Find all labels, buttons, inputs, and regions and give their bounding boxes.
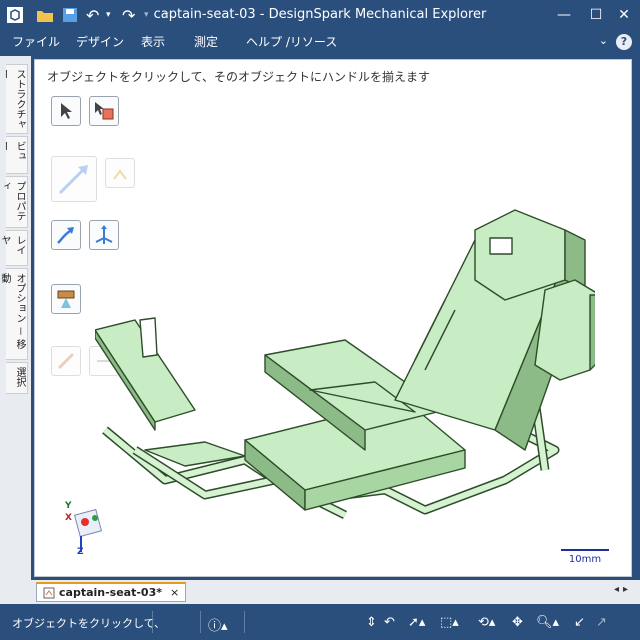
app-icon[interactable] — [6, 5, 24, 25]
canvas-hint: オブジェクトをクリックして、そのオブジェクトにハンドルを揃えます — [47, 70, 431, 84]
info-icon[interactable]: ⓘ▴ — [208, 615, 228, 634]
undo-select-icon[interactable]: ↶ — [384, 615, 395, 630]
previous-view-icon[interactable]: ↙ — [574, 615, 585, 630]
document-tab[interactable]: captain-seat-03* × — [36, 582, 187, 602]
undo-dropdown-icon[interactable]: ▾ — [106, 5, 111, 25]
tab-select[interactable]: 選択 — [6, 362, 28, 394]
tab-layer[interactable]: レイヤ — [0, 230, 28, 266]
menu-bar: ファイル デザイン 表示 測定 ヘルプ /リソース — [0, 30, 640, 54]
save-icon[interactable] — [62, 5, 78, 25]
ribbon-collapse-icon[interactable]: ⌄ — [599, 34, 608, 47]
select-tool-button[interactable] — [51, 96, 81, 126]
axis-y-label: Y — [65, 501, 72, 511]
select-component-button[interactable] — [89, 96, 119, 126]
scale-bar: 10mm — [561, 549, 609, 573]
menu-design[interactable]: デザイン — [76, 30, 124, 54]
tab-options-move[interactable]: オプション － 移動 — [0, 268, 28, 360]
document-tab-bar: captain-seat-03* × — [0, 580, 640, 604]
undo-icon[interactable]: ↶ — [86, 5, 99, 25]
redo-dropdown-icon[interactable]: ▾ — [144, 5, 149, 25]
tab-scroll-arrows[interactable]: ◂▸ — [614, 584, 632, 595]
pointer-box-icon — [95, 102, 114, 120]
scale-label: 10mm — [568, 554, 602, 565]
menu-help-resources[interactable]: ヘルプ /リソース — [246, 30, 337, 54]
pan-icon[interactable]: ✥ — [512, 615, 523, 630]
side-panel-tabs: ストラクチャー ビュー プロパティ レイヤ オプション － 移動 選択 — [0, 56, 31, 580]
axis-z-label: Z — [77, 547, 84, 557]
help-button[interactable]: ? — [616, 34, 632, 50]
tab-structure[interactable]: ストラクチャー — [0, 64, 28, 134]
ruler-dimension-button[interactable] — [51, 346, 81, 376]
status-text: オブジェクトをクリックして、 — [12, 617, 166, 630]
document-tab-label: captain-seat-03* — [59, 586, 162, 599]
nav-up-down-icon[interactable]: ⇕ — [366, 615, 377, 630]
close-window-button[interactable]: ✕ — [608, 0, 640, 30]
customize-toolbar-icon[interactable]: ▿ — [164, 5, 169, 25]
select-pointer-icon[interactable]: ➚▴ — [408, 615, 425, 630]
box-select-icon[interactable]: ⬚▴ — [440, 615, 459, 630]
axis-x-label: X — [65, 513, 72, 523]
curve-arrow-icon — [57, 227, 74, 244]
anchor-button[interactable] — [51, 284, 81, 314]
next-view-icon[interactable]: ↗ — [596, 615, 607, 630]
axis-arrow-icon — [58, 165, 88, 195]
ruler-icon — [57, 352, 75, 370]
open-folder-icon[interactable] — [36, 5, 54, 25]
status-bar: オブジェクトをクリックして、 ⓘ▴ ⇕ ↶ ➚▴ ⬚▴ ⟲▴ ✥ 🔍︎▴ ↙ ↗ — [0, 605, 640, 640]
design-canvas[interactable]: オブジェクトをクリックして、そのオブジェクトにハンドルを揃えます Y X Z 1… — [34, 59, 632, 577]
document-icon — [43, 587, 55, 598]
tab-properties[interactable]: プロパティ — [0, 176, 28, 228]
redo-icon[interactable]: ↷ — [122, 5, 135, 25]
menu-view[interactable]: 表示 — [141, 30, 165, 54]
menu-measure[interactable]: 測定 — [194, 30, 218, 54]
menu-file[interactable]: ファイル — [12, 30, 60, 54]
captain-seat-model[interactable] — [95, 150, 595, 530]
move-along-path-button[interactable] — [51, 220, 81, 250]
anchor-block-icon — [57, 290, 75, 308]
zoom-icon[interactable]: 🔍︎▴ — [536, 615, 559, 630]
close-tab-icon[interactable]: × — [170, 586, 179, 599]
orbit-icon[interactable]: ⟲▴ — [478, 615, 495, 630]
minimize-button[interactable]: — — [548, 0, 580, 30]
title-bar: captain-seat-03 - DesignSpark Mechanical… — [0, 0, 640, 30]
pointer-arrow-icon — [61, 103, 72, 119]
tab-view[interactable]: ビュー — [0, 136, 28, 174]
move-along-axis-button[interactable] — [51, 156, 97, 202]
